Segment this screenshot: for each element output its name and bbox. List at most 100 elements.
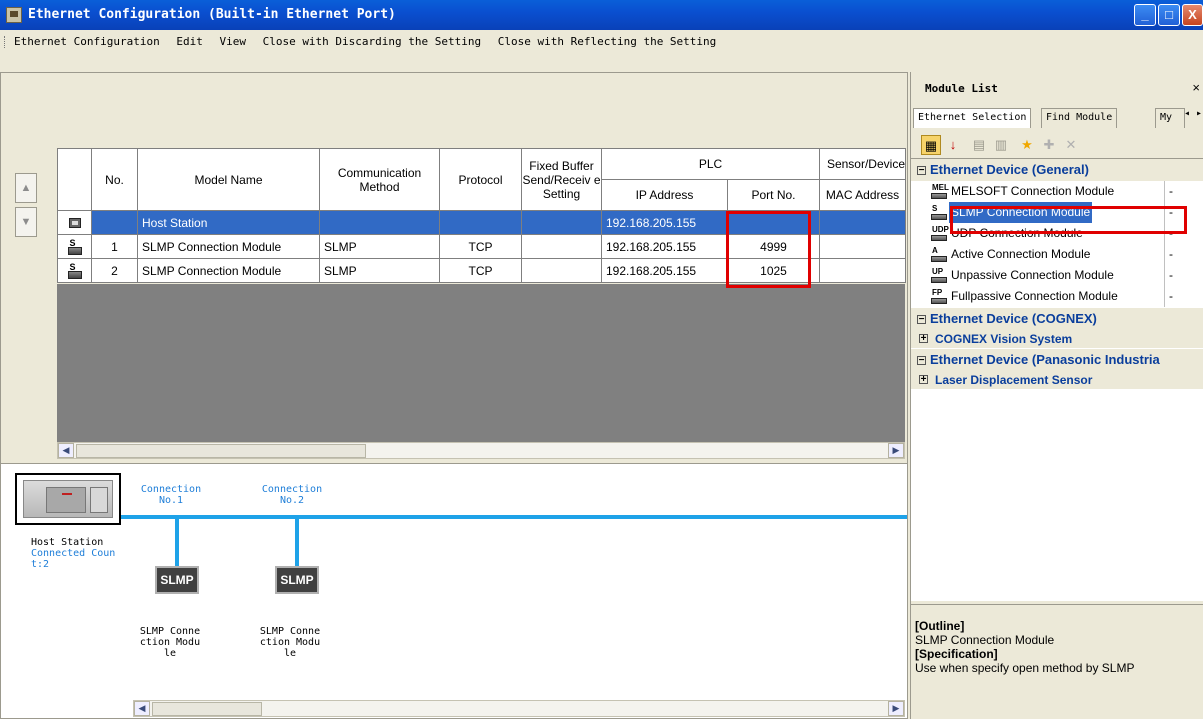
udp-module-icon: UDP [931,226,949,241]
menu-ethernet-configuration[interactable]: Ethernet Configuration [14,35,160,48]
cell-ip-address[interactable]: 192.168.205.155 [601,258,728,283]
specification-heading: [Specification] [915,647,998,661]
tab-scroll-arrows[interactable]: ◂ ▸ [1184,108,1202,119]
column-header-no[interactable]: No. [91,148,138,211]
cell-mac-address[interactable] [819,234,906,259]
diagram-scroll-thumb[interactable] [152,702,262,716]
tree-item-cognex-vision[interactable]: + COGNEX Vision System [911,330,1203,348]
tree-item-melsoft[interactable]: MEL MELSOFT Connection Module - [911,181,1203,202]
column-header-plc[interactable]: PLC [601,148,820,180]
scroll-thumb[interactable] [76,444,366,458]
module-list-header: Module List × [911,78,1203,98]
network-diagram: Connection No.1 Connection No.2 Host Sta… [1,463,907,718]
connection-2-label: Connection No.2 [261,484,323,506]
move-down-button[interactable]: ▼ [15,207,37,237]
column-header-communication-method[interactable]: Communication Method [319,148,440,211]
connection-1-drop-line [175,519,179,571]
tree-item-active[interactable]: A Active Connection Module - [911,244,1203,265]
category-ethernet-cognex[interactable]: − Ethernet Device (COGNEX) [911,308,1203,330]
ethernet-bus-line [121,515,907,519]
cell-protocol[interactable]: TCP [439,234,522,259]
cell-mac-address[interactable] [819,258,906,283]
expand-icon[interactable]: + [919,375,928,385]
outline-heading: [Outline] [915,619,965,633]
delete-icon[interactable]: ✕ [1061,135,1081,155]
collapse-icon[interactable]: − [917,356,926,366]
cell-method[interactable] [319,210,440,235]
diagram-scroll-right-button[interactable]: ▶ [888,701,904,716]
grid-horizontal-scrollbar[interactable]: ◀ ▶ [57,442,905,459]
column-header-sensor-device[interactable]: Sensor/Device [819,148,906,180]
column-header-protocol[interactable]: Protocol [439,148,522,211]
connection-2-drop-line [295,519,299,571]
module-list-title: Module List [925,82,998,95]
slmp-module-2-label: SLMP Conne ction Modu le [259,626,321,659]
tab-ethernet-selection[interactable]: Ethernet Selection [913,108,1032,128]
slmp-module-1-box[interactable]: SLMP [155,566,199,594]
diagram-horizontal-scrollbar[interactable]: ◀ ▶ [133,700,905,717]
collapse-icon[interactable]: − [917,166,926,176]
host-connected-count: Connected Coun t:2 [31,548,116,570]
collapse-icon[interactable]: ▥ [991,135,1011,155]
cell-model-name[interactable]: Host Station [137,210,320,235]
menu-close-reflect[interactable]: Close with Reflecting the Setting [498,35,717,48]
app-icon [6,7,22,23]
module-list-pane: Module List × Ethernet Selection Find Mo… [910,72,1203,719]
tab-my[interactable]: My [1155,108,1185,128]
port-number-highlight [726,211,811,288]
cell-ip-address[interactable]: 192.168.205.155 [601,234,728,259]
specification-text: Use when specify open method by SLMP [915,661,1135,675]
tree-item-laser-displacement[interactable]: + Laser Displacement Sensor [911,371,1203,389]
add-favorite-icon[interactable]: ✚ [1039,135,1059,155]
expand-icon[interactable]: + [919,334,928,344]
column-header-port-no[interactable]: Port No. [727,179,820,211]
column-header-fixed-buffer[interactable]: Fixed Buffer Send/Receiv e Setting [521,148,602,211]
row-move-buttons: ▲ ▼ [1,73,57,443]
move-up-button[interactable]: ▲ [15,173,37,203]
cell-method[interactable]: SLMP [319,234,440,259]
slmp-module-icon: S [931,205,947,220]
cell-no[interactable]: 1 [91,234,138,259]
connection-1-label: Connection No.1 [140,484,202,506]
column-header-model-name[interactable]: Model Name [137,148,320,211]
cell-no[interactable]: 2 [91,258,138,283]
cell-fixed-buffer[interactable] [521,234,602,259]
category-ethernet-general[interactable]: − Ethernet Device (General) [911,159,1203,181]
module-list-toolbar: ▦ ↓ ▤ ▥ ★ ✚ ✕ [911,132,1203,158]
column-header-mac-address[interactable]: MAC Address [819,179,906,211]
cell-fixed-buffer[interactable] [521,210,602,235]
window-title: Ethernet Configuration (Built-in Etherne… [28,7,396,22]
scroll-right-button[interactable]: ▶ [888,443,904,458]
expand-icon[interactable]: ▤ [969,135,989,155]
cell-mac-address[interactable] [819,210,906,235]
categorized-view-icon[interactable]: ▦ [921,135,941,155]
category-ethernet-panasonic[interactable]: − Ethernet Device (Panasonic Industria [911,349,1203,371]
host-station-plc-icon[interactable] [15,473,121,525]
cell-model-name[interactable]: SLMP Connection Module [137,258,320,283]
collapse-icon[interactable]: − [917,315,926,325]
slmp-module-2-box[interactable]: SLMP [275,566,319,594]
favorite-star-icon[interactable]: ★ [1017,135,1037,155]
cell-no[interactable] [91,210,138,235]
tree-item-fullpassive[interactable]: FP Fullpassive Connection Module - [911,286,1203,307]
cell-protocol[interactable]: TCP [439,258,522,283]
diagram-scroll-left-button[interactable]: ◀ [134,701,150,716]
sort-az-icon[interactable]: ↓ [943,135,963,155]
menu-edit[interactable]: Edit [176,35,203,48]
cell-protocol[interactable] [439,210,522,235]
scroll-left-button[interactable]: ◀ [58,443,74,458]
cell-ip-address[interactable]: 192.168.205.155 [601,210,728,235]
cell-fixed-buffer[interactable] [521,258,602,283]
cell-method[interactable]: SLMP [319,258,440,283]
column-header-ip-address[interactable]: IP Address [601,179,728,211]
title-bar: Ethernet Configuration (Built-in Etherne… [0,0,1203,30]
tab-find-module[interactable]: Find Module [1041,108,1118,128]
tree-item-unpassive[interactable]: UP Unpassive Connection Module - [911,265,1203,286]
close-button[interactable]: X [1182,4,1203,26]
cell-model-name[interactable]: SLMP Connection Module [137,234,320,259]
menu-close-discard[interactable]: Close with Discarding the Setting [263,35,482,48]
menu-view[interactable]: View [219,35,246,48]
module-list-close-icon[interactable]: × [1192,80,1200,95]
minimize-button[interactable]: _ [1134,4,1156,26]
maximize-button[interactable]: □ [1158,4,1180,26]
